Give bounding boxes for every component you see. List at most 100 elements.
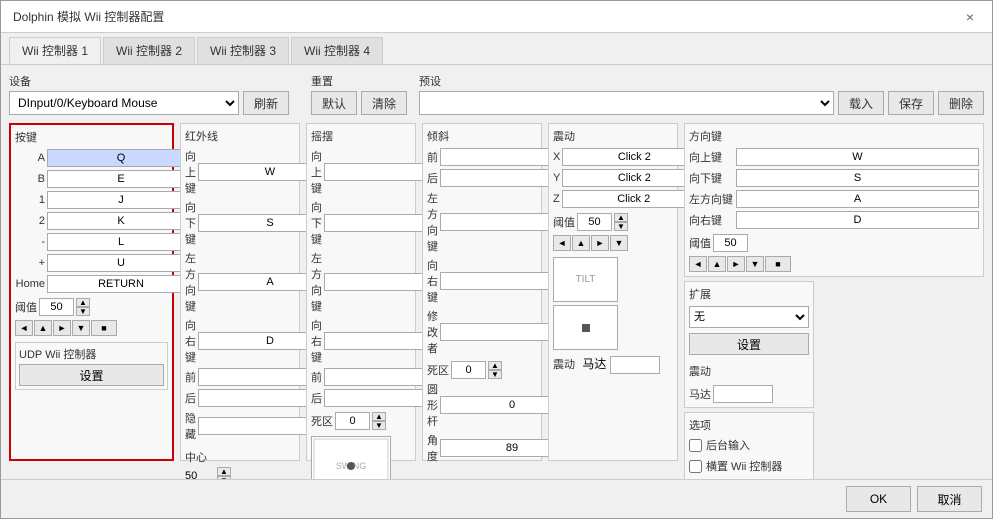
shake-dir-up[interactable]: ▲ (572, 235, 590, 251)
refresh-button[interactable]: 刷新 (243, 91, 289, 115)
delete-button[interactable]: 删除 (938, 91, 984, 115)
shake-row-x: X (553, 148, 673, 166)
dpad-threshold-row: 阈值 (689, 234, 979, 252)
key-input-plus[interactable] (47, 254, 195, 272)
shake-visual-canvas (553, 305, 618, 350)
tab-wii1[interactable]: Wii 控制器 1 (9, 37, 101, 64)
dpad-row-left: 左方向键 (689, 190, 979, 208)
close-button[interactable]: × (960, 7, 980, 27)
dpad-threshold-label: 阈值 (689, 235, 711, 251)
cancel-button[interactable]: 取消 (917, 486, 982, 512)
key-row-a: A (15, 149, 168, 167)
key-input-2[interactable] (47, 212, 195, 230)
option-sideways-label: 横置 Wii 控制器 (706, 458, 782, 474)
shake-dir-right[interactable]: ► (591, 235, 609, 251)
key-input-minus[interactable] (47, 233, 195, 251)
option-bg-input[interactable] (689, 439, 702, 452)
option-sideways-input[interactable] (689, 460, 702, 473)
swing-canvas: SWING (311, 436, 391, 479)
threshold-down[interactable]: ▼ (76, 307, 90, 316)
dpad-dir-up[interactable]: ▲ (708, 256, 726, 272)
tab-wii4[interactable]: Wii 控制器 4 (291, 37, 383, 64)
ir-row-down: 向下键 (185, 199, 295, 247)
shake-motor-input[interactable] (610, 356, 660, 374)
dpad-input-right[interactable] (736, 211, 979, 229)
dpad-input-up[interactable] (736, 148, 979, 166)
tilt-deadzone-up[interactable]: ▲ (488, 361, 502, 370)
ext-motor-label: 马达 (689, 386, 711, 402)
preset-select[interactable] (419, 91, 834, 115)
shake-threshold-up[interactable]: ▲ (614, 213, 628, 222)
center-x-up[interactable]: ▲ (217, 467, 231, 476)
shake-motor-label: 震动 (553, 359, 575, 371)
options-panel: 选项 后台输入 横置 Wii 控制器 直握 Wii 控制器 (684, 412, 814, 479)
udp-label: UDP Wii 控制器 (19, 346, 164, 362)
udp-setup-button[interactable]: 设置 (19, 364, 164, 386)
shake-threshold-row: 阈值 ▲ ▼ (553, 213, 673, 231)
preset-label: 预设 (419, 73, 984, 89)
ir-row-hide: 隐藏 (185, 410, 295, 442)
dpad-dir-left[interactable]: ◄ (689, 256, 707, 272)
key-input-1[interactable] (47, 191, 195, 209)
tilt-angle-row: 角度 ▲ ▼ (427, 432, 537, 464)
ok-button[interactable]: OK (846, 486, 911, 512)
ext-select[interactable]: 无 (689, 306, 809, 328)
swing-deadzone-down[interactable]: ▼ (372, 421, 386, 430)
dpad-threshold-input[interactable] (713, 234, 748, 252)
swing-row-right: 向右键 (311, 317, 411, 365)
shake-dir-left[interactable]: ◄ (553, 235, 571, 251)
preset-row: 载入 保存 删除 (419, 91, 984, 115)
load-button[interactable]: 载入 (838, 91, 884, 115)
key-row-b: B (15, 170, 168, 188)
dpad-dir-down[interactable]: ▼ (746, 256, 764, 272)
swing-deadzone-input[interactable] (335, 412, 370, 430)
tilt-visual-section: TILT (553, 257, 673, 350)
dir-down[interactable]: ▼ (72, 320, 90, 336)
dir-up[interactable]: ▲ (34, 320, 52, 336)
dpad-input-down[interactable] (736, 169, 979, 187)
tab-wii3[interactable]: Wii 控制器 3 (197, 37, 289, 64)
dpad-input-left[interactable] (736, 190, 979, 208)
options-title: 选项 (689, 417, 809, 433)
tilt-deadzone-down[interactable]: ▼ (488, 370, 502, 379)
device-select[interactable]: DInput/0/Keyboard Mouse (9, 91, 239, 115)
threshold-spinner: ▲ ▼ (76, 298, 90, 316)
key-label-b: B (15, 173, 45, 185)
key-input-b[interactable] (47, 170, 195, 188)
option-row-bg: 后台输入 (689, 437, 809, 453)
key-input-a[interactable] (47, 149, 195, 167)
center-section: 中心 50 ▲ ▼ 宽度 50 (185, 449, 295, 479)
swing-deadzone-row: 死区 ▲ ▼ (311, 412, 411, 430)
clear-button[interactable]: 清除 (361, 91, 407, 115)
tab-wii2[interactable]: Wii 控制器 2 (103, 37, 195, 64)
dir-center[interactable]: ■ (91, 320, 117, 336)
shake-threshold-down[interactable]: ▼ (614, 222, 628, 231)
ext-setup-button[interactable]: 设置 (689, 333, 809, 355)
shake-panel: 震动 X Y Z 阈值 ▲ ▼ (548, 123, 678, 461)
dir-right[interactable]: ► (53, 320, 71, 336)
tilt-angle-label: 角度 (427, 432, 438, 464)
swing-row-down: 向下键 (311, 199, 411, 247)
ext-motor-input[interactable] (713, 385, 773, 403)
dpad-dir-right[interactable]: ► (727, 256, 745, 272)
shake-dir-down[interactable]: ▼ (610, 235, 628, 251)
save-button[interactable]: 保存 (888, 91, 934, 115)
tilt-deadzone-input[interactable] (451, 361, 486, 379)
default-button[interactable]: 默认 (311, 91, 357, 115)
shake-threshold-input[interactable] (577, 213, 612, 231)
dpad-row-up: 向上键 (689, 148, 979, 166)
ext-motor-row: 马达 (689, 385, 809, 403)
key-label-plus: + (15, 257, 45, 269)
dir-left[interactable]: ◄ (15, 320, 33, 336)
ir-label-back: 后 (185, 390, 196, 406)
threshold-input[interactable] (39, 298, 74, 316)
ir-panel: 红外线 向上键 向下键 左方向键 向右键 前 (180, 123, 300, 461)
swing-deadzone-up[interactable]: ▲ (372, 412, 386, 421)
dpad-dir-center[interactable]: ■ (765, 256, 791, 272)
swing-panel: 摇摆 向上键 向下键 左方向键 向右键 前 (306, 123, 416, 461)
udp-section: UDP Wii 控制器 设置 (15, 342, 168, 390)
threshold-up[interactable]: ▲ (76, 298, 90, 307)
key-input-home[interactable] (47, 275, 195, 293)
tilt-canvas-label: TILT (576, 274, 596, 285)
ir-row-forward: 前 (185, 368, 295, 386)
